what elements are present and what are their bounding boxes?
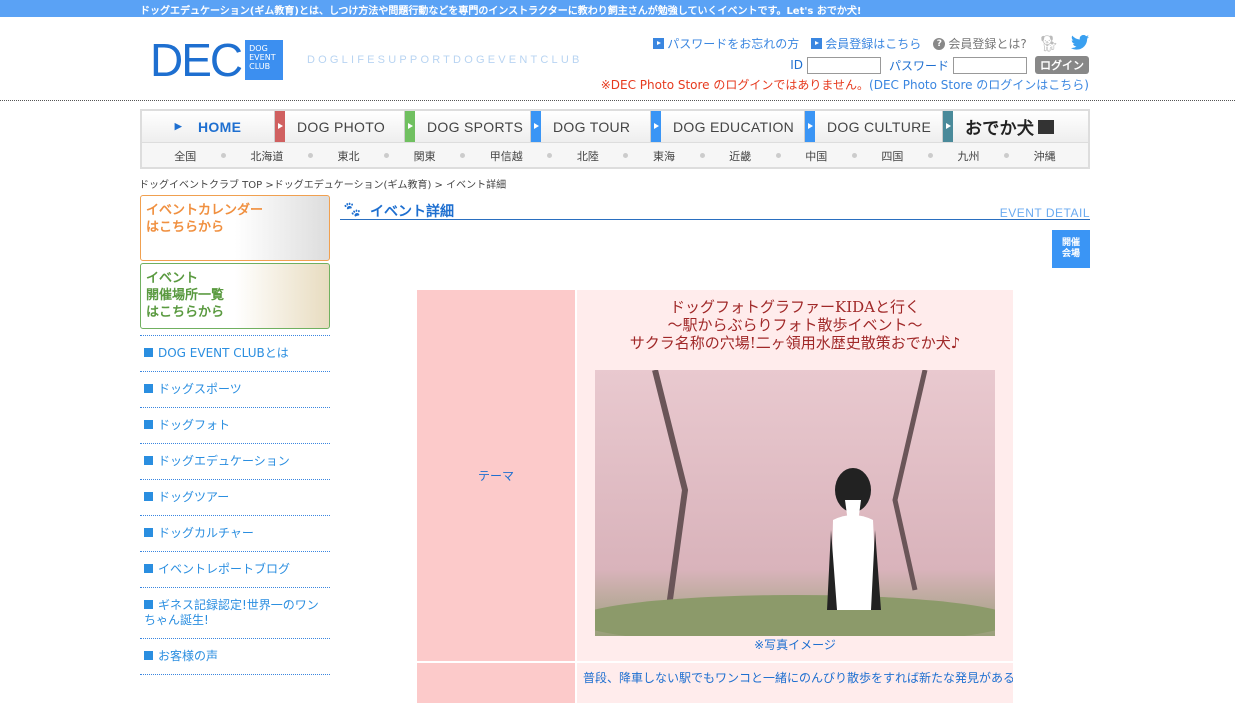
sidebar-item-guinness[interactable]: ギネス記録認定!世界一のワンちゃん誕生! (140, 588, 330, 639)
login-notice: ※DEC Photo Store のログインではありません。 (600, 78, 870, 92)
arrow-icon (811, 38, 823, 49)
sidebar-item-culture[interactable]: ドッグカルチャー (140, 516, 330, 552)
region-kanto[interactable]: 関東 (414, 148, 436, 164)
sidebar-item-photo[interactable]: ドッグフォト (140, 408, 330, 444)
top-banner: ドッグエデュケーション(ギム教育)とは、しつけ方法や問題行動などを専門のインスト… (0, 0, 1235, 17)
event-title: ドッグフォトグラファーKIDAと行く 〜駅からぶらりフォト散歩イベント〜 サクラ名称… (629, 298, 961, 352)
divider (0, 100, 1235, 101)
sidebar-item-education[interactable]: ドッグエデュケーション (140, 444, 330, 480)
region-kinki[interactable]: 近畿 (729, 148, 751, 164)
nav-home[interactable]: ▶ HOME (142, 111, 275, 142)
nav-dog-tour[interactable]: DOG TOUR (531, 111, 651, 142)
nav-dog-education[interactable]: DOG EDUCATION (651, 111, 805, 142)
region-shikoku[interactable]: 四国 (881, 148, 903, 164)
nav-odekaken[interactable]: おでか犬 (943, 111, 1088, 142)
region-okinawa[interactable]: 沖縄 (1034, 148, 1056, 164)
password-label: パスワード (888, 58, 949, 73)
theme-cell: ドッグフォトグラファーKIDAと行く 〜駅からぶらりフォト散歩イベント〜 サクラ名称… (577, 290, 1013, 661)
tagline: DOGLIFESUPPORTDOGEVENTCLUB (307, 54, 583, 66)
nav-dog-sports[interactable]: DOG SPORTS (405, 111, 531, 142)
register-link[interactable]: 会員登録はこちら (811, 35, 921, 52)
table-row: 普段、降車しない駅でもワンコと一緒にのんびり散歩をすれば新たな発見があるかも (417, 663, 1013, 703)
sidebar-item-voice[interactable]: お客様の声 (140, 639, 330, 675)
logo-text: DEC (150, 34, 243, 86)
description-cell: 普段、降車しない駅でもワンコと一緒にのんびり散歩をすれば新たな発見があるかも (577, 663, 1013, 703)
region-koshinetsu[interactable]: 甲信越 (490, 148, 523, 164)
twitter-icon[interactable] (1071, 34, 1089, 53)
id-label: ID (790, 58, 803, 72)
sidebar-item-blog[interactable]: イベントレポートブログ (140, 552, 330, 588)
photo-caption: ※写真イメージ (754, 638, 836, 652)
dec-logo[interactable]: DEC DOG EVENT CLUB (150, 34, 284, 86)
event-calendar-banner[interactable]: イベントカレンダー はこちらから (140, 195, 330, 261)
event-photo (595, 370, 995, 636)
region-zenkoku[interactable]: 全国 (174, 148, 196, 164)
event-venues-banner[interactable]: イベント 開催場所一覧 はこちらから (140, 263, 330, 329)
nav-dog-photo[interactable]: DOG PHOTO (275, 111, 405, 142)
row-label (417, 663, 577, 703)
photo-store-login-link[interactable]: (DEC Photo Store のログインはこちら) (869, 78, 1089, 92)
region-tohoku[interactable]: 東北 (338, 148, 360, 164)
dog-icon[interactable]: 🐕︎ (1039, 34, 1059, 53)
login-button[interactable]: ログイン (1035, 56, 1089, 74)
id-input[interactable] (806, 56, 881, 74)
sidebar-menu: DOG EVENT CLUBとは ドッグスポーツ ドッグフォト ドッグエデュケー… (140, 335, 330, 675)
event-detail-table: テーマ ドッグフォトグラファーKIDAと行く 〜駅からぶらりフォト散歩イベント〜サ… (417, 288, 1013, 705)
main-nav: ▶ HOME DOG PHOTO DOG SPORTS DOG TOUR DOG … (140, 109, 1090, 169)
region-kyushu[interactable]: 九州 (958, 148, 980, 164)
sidebar-item-about[interactable]: DOG EVENT CLUBとは (140, 336, 330, 372)
region-hokkaido[interactable]: 北海道 (250, 148, 283, 164)
row-label: テーマ (417, 290, 577, 661)
breadcrumb: ドッグイベントクラブ TOP >ドッグエデュケーション(ギム教育) > イベント… (139, 180, 507, 191)
region-tokai[interactable]: 東海 (653, 148, 675, 164)
question-icon: ? (933, 37, 946, 50)
sidebar-item-sports[interactable]: ドッグスポーツ (140, 372, 330, 408)
region-hokuriku[interactable]: 北陸 (577, 148, 599, 164)
nav-dog-culture[interactable]: DOG CULTURE (805, 111, 943, 142)
forgot-password-link[interactable]: パスワードをお忘れの方 (653, 35, 799, 52)
password-input[interactable] (953, 56, 1027, 74)
dec-mini-logo (1038, 119, 1055, 134)
table-row: テーマ ドッグフォトグラファーKIDAと行く 〜駅からぶらりフォト散歩イベント〜サ… (417, 290, 1013, 661)
paw-icon: 🐾︎ (342, 200, 363, 219)
venue-button[interactable]: 開催 会場 (1052, 230, 1090, 268)
logo-box: DOG EVENT CLUB (245, 40, 284, 80)
section-heading: 🐾︎ イベント詳細 EVENT DETAIL (340, 200, 1090, 220)
about-member-link[interactable]: ? 会員登録とは? (933, 35, 1027, 52)
region-chugoku[interactable]: 中国 (805, 148, 827, 164)
sidebar-item-tour[interactable]: ドッグツアー (140, 480, 330, 516)
arrow-icon (653, 38, 665, 49)
